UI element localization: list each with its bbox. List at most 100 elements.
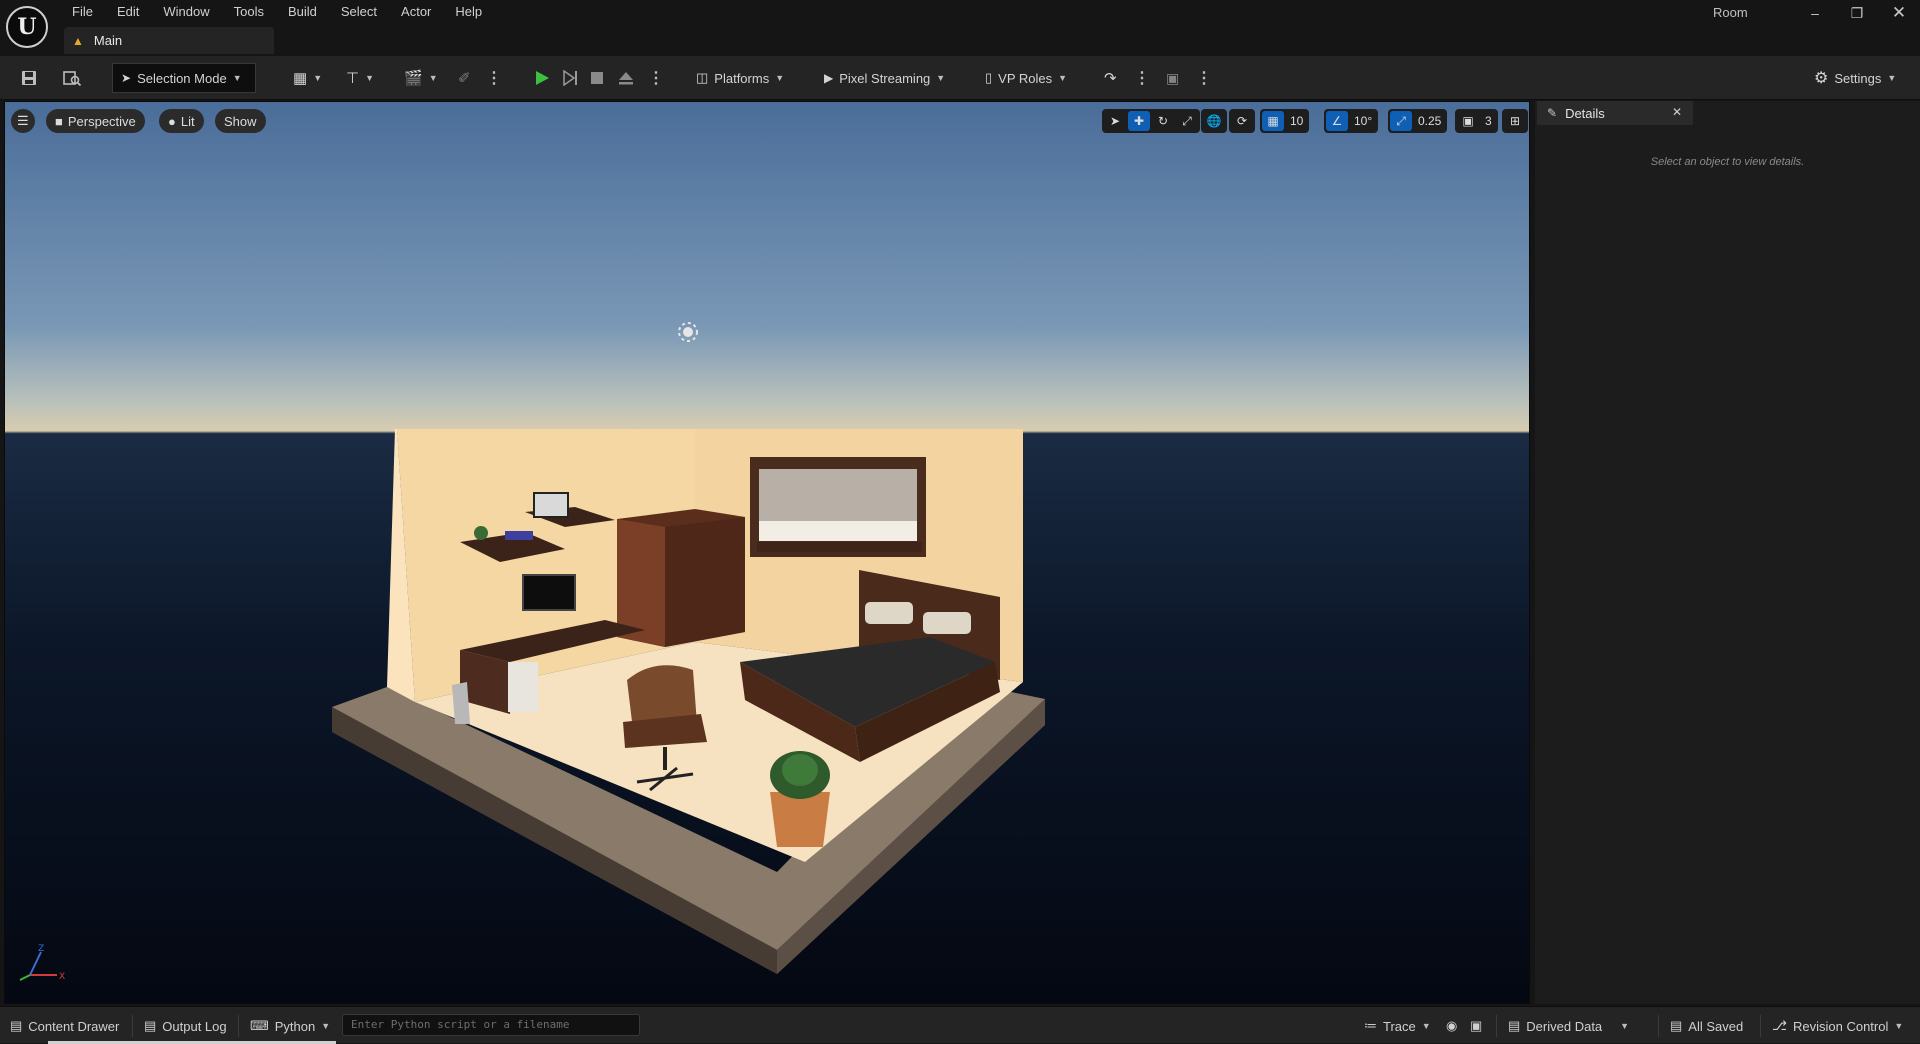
surface-snap-toggle[interactable]: ⟳	[1229, 109, 1255, 133]
window-blinds	[750, 457, 926, 557]
grid-snap-control[interactable]: ▦ 10	[1260, 109, 1310, 133]
menu-file[interactable]: File	[60, 0, 105, 24]
pixel-streaming-dropdown[interactable]: ▶ Pixel Streaming ▼	[818, 63, 951, 93]
chevron-down-icon: ▼	[428, 73, 438, 83]
unreal-logo-icon[interactable]: U	[6, 6, 48, 48]
viewport-menu-button[interactable]: ☰	[11, 109, 35, 133]
snapshot-icon[interactable]: ▣	[1470, 1016, 1482, 1036]
branch-icon: ⎇	[1772, 1018, 1787, 1033]
rotation-snap-value[interactable]: 10°	[1350, 114, 1376, 128]
translate-icon[interactable]: ✚	[1128, 111, 1150, 131]
divider	[238, 1015, 239, 1037]
settings-dropdown[interactable]: ⚙ Settings ▼	[1808, 63, 1902, 93]
more-options-icon[interactable]: ⋮	[1134, 63, 1150, 93]
perspective-button[interactable]: ■ Perspective	[46, 109, 145, 133]
platforms-dropdown[interactable]: ◫ Platforms ▼	[690, 63, 790, 93]
derived-data-dropdown[interactable]: ▤ Derived Data ▼	[1508, 1016, 1629, 1036]
chevron-down-icon: ▼	[1894, 1021, 1904, 1031]
source-control-icon[interactable]: ↷	[1098, 63, 1123, 93]
level-tab-label: Main	[93, 33, 123, 48]
camera-speed-value[interactable]: 3	[1481, 114, 1496, 128]
angle-icon: ∠	[1326, 111, 1348, 131]
grid-snap-value[interactable]: 10	[1286, 114, 1307, 128]
show-button[interactable]: Show	[215, 109, 266, 133]
output-log-button[interactable]: ▤ Output Log	[144, 1016, 227, 1036]
browse-content-icon[interactable]	[56, 63, 88, 93]
cinematics-button[interactable]: 🎬 ▼	[398, 63, 444, 93]
modeling-tools-icon[interactable]: ✐	[452, 63, 477, 93]
menu-actor[interactable]: Actor	[389, 0, 443, 24]
play-options-icon[interactable]: ⋮	[648, 63, 664, 93]
svg-text:Z: Z	[38, 944, 44, 954]
rotation-snap-control[interactable]: ∠ 10°	[1324, 109, 1379, 133]
advance-frame-icon[interactable]	[556, 63, 584, 93]
scale-snap-value[interactable]: 0.25	[1414, 114, 1445, 128]
eject-icon[interactable]	[612, 63, 640, 93]
restore-icon[interactable]: ❐	[1842, 2, 1872, 24]
chevron-down-icon: ▼	[313, 73, 323, 83]
menu-select[interactable]: Select	[329, 0, 389, 24]
lit-sphere-icon: ●	[168, 113, 176, 129]
revision-control-dropdown[interactable]: ⎇ Revision Control ▼	[1772, 1016, 1903, 1036]
take-recorder-icon[interactable]: ▣	[1160, 63, 1185, 93]
blueprint-icon: ⊤	[346, 70, 360, 87]
pixel-streaming-label: Pixel Streaming	[839, 70, 931, 86]
divider	[132, 1015, 133, 1037]
scene-render[interactable]: X Z	[5, 102, 1530, 1004]
trace-dropdown[interactable]: ≔ Trace ▼	[1364, 1016, 1431, 1036]
main-toolbar: ➤ Selection Mode ▼ ▦ ▼ ⊤ ▼ 🎬 ▼ ✐ ⋮ ⋮ ◫ Plat…	[0, 56, 1920, 100]
content-drawer-label: Content Drawer	[28, 1018, 120, 1034]
svg-text:X: X	[59, 972, 65, 982]
viewport-layout-button[interactable]: ⊞	[1502, 109, 1528, 133]
log-icon: ▤	[144, 1018, 157, 1033]
blueprints-button[interactable]: ⊤ ▼	[340, 63, 380, 93]
close-window-icon[interactable]: ✕	[1884, 2, 1914, 24]
play-button[interactable]	[528, 63, 556, 93]
vp-roles-label: VP Roles	[998, 70, 1053, 86]
python-command-input[interactable]: Enter Python script or a filename	[342, 1014, 640, 1036]
more-options-icon[interactable]: ⋮	[486, 63, 502, 93]
scale-snap-control[interactable]: ⤢ 0.25	[1388, 109, 1448, 133]
sun-icon	[678, 322, 698, 342]
menu-edit[interactable]: Edit	[105, 0, 151, 24]
trace-label: Trace	[1383, 1018, 1416, 1034]
menu-tools[interactable]: Tools	[222, 0, 276, 24]
clapperboard-icon: 🎬	[404, 70, 423, 87]
platforms-icon: ◫	[696, 70, 709, 85]
menu-help[interactable]: Help	[443, 0, 494, 24]
stop-icon[interactable]	[584, 63, 610, 93]
wardrobe	[617, 509, 745, 647]
axis-gizmo-icon: X Z	[19, 944, 65, 982]
level-viewport[interactable]: X Z ☰ ■ Perspective ● Lit Show ➤ ✚ ↻ ⤢ 🌐…	[4, 101, 1530, 1004]
chevron-down-icon: ▼	[775, 73, 785, 83]
camera-speed-control[interactable]: ▣ 3	[1455, 109, 1498, 133]
chevron-down-icon: ▼	[232, 73, 242, 83]
details-tab[interactable]: ✎ Details ✕	[1537, 101, 1693, 125]
console-type-dropdown[interactable]: ⌨ Python ▼	[250, 1016, 330, 1036]
platforms-label: Platforms	[714, 70, 770, 86]
console-icon: ⌨	[250, 1018, 269, 1033]
level-tab[interactable]: ▲ Main	[64, 27, 274, 54]
menu-build[interactable]: Build	[276, 0, 329, 24]
save-icon[interactable]	[14, 63, 44, 93]
close-icon[interactable]: ✕	[1672, 105, 1682, 119]
save-status-button[interactable]: ▤ All Saved	[1670, 1016, 1743, 1036]
vp-roles-dropdown[interactable]: ▯ VP Roles ▼	[979, 63, 1073, 93]
record-icon[interactable]: ◉	[1446, 1016, 1457, 1036]
add-cube-icon: ▦	[293, 70, 308, 87]
level-icon: ▲	[72, 33, 84, 48]
content-drawer-button[interactable]: ▤ Content Drawer	[10, 1016, 119, 1036]
menu-window[interactable]: Window	[151, 0, 221, 24]
more-options-icon[interactable]: ⋮	[1196, 63, 1212, 93]
select-arrow-icon[interactable]: ➤	[1104, 111, 1126, 131]
selection-mode-dropdown[interactable]: ➤ Selection Mode ▼	[112, 63, 256, 93]
chevron-down-icon: ▼	[321, 1021, 331, 1031]
pencil-icon: ✎	[1547, 106, 1558, 120]
add-actor-button[interactable]: ▦ ▼	[287, 63, 328, 93]
view-mode-button[interactable]: ● Lit	[159, 109, 204, 133]
rotate-icon[interactable]: ↻	[1152, 111, 1174, 131]
minimize-icon[interactable]: –	[1800, 2, 1830, 24]
derived-data-label: Derived Data	[1526, 1018, 1603, 1034]
world-local-toggle[interactable]: 🌐	[1201, 109, 1227, 133]
scale-icon[interactable]: ⤢	[1176, 111, 1198, 131]
